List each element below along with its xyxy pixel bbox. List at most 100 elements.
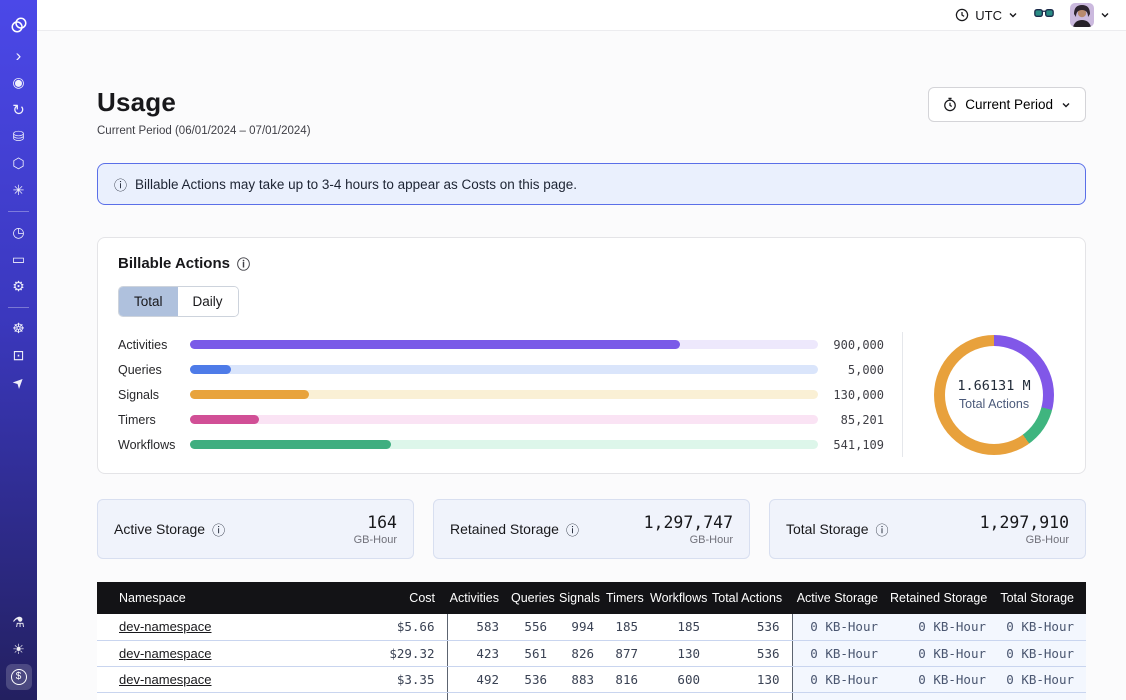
theme-sun-icon[interactable]: ☀ xyxy=(0,636,37,663)
stopwatch-icon xyxy=(943,97,957,112)
col-header-queries: Queries xyxy=(511,582,559,614)
schedules-icon[interactable]: ↻ xyxy=(0,96,37,123)
total-actions-cell: 130 xyxy=(712,666,792,692)
signals-cell: 826 xyxy=(559,640,606,666)
user-menu[interactable] xyxy=(1070,3,1110,27)
bar-value: 130,000 xyxy=(818,388,884,402)
deployments-icon[interactable]: ⛁ xyxy=(0,123,37,150)
bar-label: Timers xyxy=(118,413,190,427)
retained-storage-cell: 0 KB-Hour xyxy=(890,640,998,666)
col-header-namespace: Namespace xyxy=(97,582,353,614)
bar-fill xyxy=(190,390,309,399)
total-storage-label: Total Storage xyxy=(786,521,869,537)
total-storage-cell: 0 KB-Hour xyxy=(998,614,1086,640)
billing-icon[interactable]: ▭ xyxy=(0,246,37,273)
donut-total-label: Total Actions xyxy=(959,397,1029,411)
total-storage-cell: 0 KB-Hour xyxy=(998,666,1086,692)
bar-fill xyxy=(190,340,680,349)
activities-cell: 492 xyxy=(447,666,511,692)
info-banner-text: Billable Actions may take up to 3-4 hour… xyxy=(135,177,577,192)
storage-cards-row: Active Storage ⓘ 164 GB-Hour Retained St… xyxy=(97,499,1086,559)
retained-storage-card: Retained Storage ⓘ 1,297,747 GB-Hour xyxy=(433,499,750,559)
labs-flask-icon[interactable]: ⚗ xyxy=(0,609,37,636)
namespaces-icon[interactable]: ◉ xyxy=(0,69,37,96)
cost-cell: $3.35 xyxy=(353,666,447,692)
support-icon[interactable]: ☸ xyxy=(0,315,37,342)
getting-started-rocket-icon[interactable]: ➤ xyxy=(0,369,37,396)
cost-cell: $5.66 xyxy=(353,614,447,640)
info-icon: ⓘ xyxy=(114,175,127,194)
namespace-link[interactable]: dev-namespace xyxy=(119,646,212,661)
avatar xyxy=(1070,3,1094,27)
table-header-row: Namespace Cost Activities Queries Signal… xyxy=(97,582,1086,614)
table-row-partial: dev-namespace xyxy=(97,692,1086,700)
timers-cell xyxy=(606,692,650,700)
timezone-label: UTC xyxy=(975,8,1002,23)
feedback-icon[interactable]: ⊡ xyxy=(0,342,37,369)
total-actions-cell xyxy=(712,692,792,700)
tab-total[interactable]: Total xyxy=(119,287,178,316)
bar-fill xyxy=(190,440,391,449)
workflows-cell: 130 xyxy=(650,640,712,666)
glasses-icon[interactable] xyxy=(1034,6,1054,25)
timers-cell: 816 xyxy=(606,666,650,692)
active-storage-value: 164 xyxy=(354,513,397,532)
table-row: dev-namespace $5.66 583 556 994 185 185 … xyxy=(97,614,1086,640)
main-content: Usage Current Period (06/01/2024 – 07/01… xyxy=(37,31,1126,700)
tab-daily[interactable]: Daily xyxy=(178,287,238,316)
queries-cell: 536 xyxy=(511,666,559,692)
table-row: dev-namespace $29.32 423 561 826 877 130… xyxy=(97,640,1086,666)
col-header-retained-storage: Retained Storage xyxy=(890,582,998,614)
workflows-cell: 185 xyxy=(650,614,712,640)
queries-cell xyxy=(511,692,559,700)
timezone-selector[interactable]: UTC xyxy=(955,8,1018,23)
bar-track xyxy=(190,340,818,349)
period-selector-button[interactable]: Current Period xyxy=(928,87,1086,122)
donut-panel: 1.66131 M Total Actions xyxy=(902,332,1085,457)
bar-row-timers: Timers 85,201 xyxy=(118,407,884,432)
sidebar-divider xyxy=(8,307,29,308)
nexus-icon[interactable]: ✳ xyxy=(0,177,37,204)
donut-total-value: 1.66131 M xyxy=(957,378,1030,394)
workflows-cell: 600 xyxy=(650,666,712,692)
workflows-icon[interactable]: ⬡ xyxy=(0,150,37,177)
active-storage-unit: GB-Hour xyxy=(354,534,397,546)
retained-storage-cell xyxy=(890,692,998,700)
billable-actions-card: Billable Actions ⓘ Total Daily Activitie… xyxy=(97,237,1086,474)
bar-value: 5,000 xyxy=(818,363,884,377)
total-storage-cell xyxy=(998,692,1086,700)
activities-cell xyxy=(447,692,511,700)
active-storage-cell xyxy=(792,692,890,700)
total-actions-cell: 536 xyxy=(712,614,792,640)
info-banner: ⓘ Billable Actions may take up to 3-4 ho… xyxy=(97,163,1086,205)
bar-row-workflows: Workflows 541,109 xyxy=(118,432,884,457)
activities-cell: 583 xyxy=(447,614,511,640)
info-icon[interactable]: ⓘ xyxy=(212,520,225,539)
table-row: dev-namespace $3.35 492 536 883 816 600 … xyxy=(97,666,1086,692)
page-title: Usage xyxy=(97,87,311,118)
info-icon[interactable]: ⓘ xyxy=(237,254,250,273)
total-storage-value: 1,297,910 xyxy=(980,513,1069,532)
usage-billing-dollar-icon[interactable]: $ xyxy=(0,663,37,690)
info-icon[interactable]: ⓘ xyxy=(566,520,579,539)
usage-icon[interactable]: ◷ xyxy=(0,219,37,246)
bar-row-activities: Activities 900,000 xyxy=(118,332,884,357)
namespace-link[interactable]: dev-namespace xyxy=(119,619,212,634)
settings-icon[interactable]: ⚙ xyxy=(0,273,37,300)
bar-track xyxy=(190,440,818,449)
info-icon[interactable]: ⓘ xyxy=(876,520,889,539)
page-header: Usage Current Period (06/01/2024 – 07/01… xyxy=(97,87,1086,137)
bar-track xyxy=(190,415,818,424)
total-storage-unit: GB-Hour xyxy=(980,534,1069,546)
bar-value: 900,000 xyxy=(818,338,884,352)
temporal-logo-icon[interactable] xyxy=(0,8,37,42)
active-storage-label: Active Storage xyxy=(114,521,205,537)
retained-storage-value: 1,297,747 xyxy=(644,513,733,532)
billable-actions-bar-chart: Activities 900,000 Queries 5,000 Signals… xyxy=(118,332,902,457)
sidebar-collapse-chevron-right-icon[interactable]: › xyxy=(0,42,37,69)
total-actions-cell: 536 xyxy=(712,640,792,666)
active-storage-cell: 0 KB-Hour xyxy=(792,640,890,666)
namespace-link[interactable]: dev-namespace xyxy=(119,672,212,687)
donut-chart: 1.66131 M Total Actions xyxy=(934,335,1054,455)
namespace-usage-table: Namespace Cost Activities Queries Signal… xyxy=(97,582,1086,700)
